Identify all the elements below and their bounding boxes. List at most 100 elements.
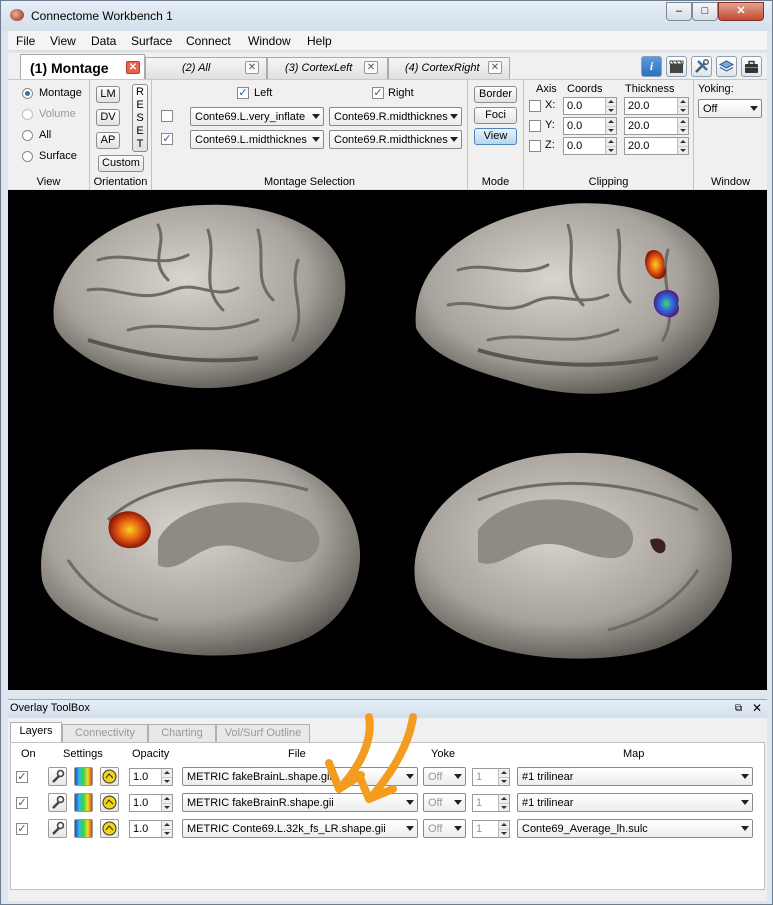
palette-icon[interactable]	[74, 819, 93, 838]
tools-icon[interactable]	[691, 56, 712, 77]
tab-close-icon[interactable]: ✕	[364, 61, 378, 74]
custom-button[interactable]: Custom	[98, 155, 144, 172]
reset-letter: E	[136, 125, 144, 137]
palette-icon[interactable]	[74, 767, 93, 786]
montage-row-2-right-select[interactable]: Conte69.R.midthicknes	[329, 130, 462, 149]
radio-all[interactable]	[22, 130, 33, 141]
layer-opacity-spinbox[interactable]: 1.0	[129, 768, 173, 786]
clip-y-thickness-spinbox[interactable]: 20.0	[624, 117, 689, 135]
menu-view[interactable]: View	[50, 34, 76, 48]
close-icon[interactable]: ✕	[752, 701, 762, 715]
montage-row-1-checkbox[interactable]	[161, 110, 173, 122]
clip-z-coord-spinbox[interactable]: 0.0	[563, 137, 617, 155]
tab-montage[interactable]: (1) Montage ✕	[20, 54, 145, 80]
clip-z-thickness-spinbox[interactable]: 20.0	[624, 137, 689, 155]
dv-button[interactable]: DV	[96, 109, 120, 126]
clip-y-checkbox[interactable]	[529, 120, 541, 132]
brain-right-medial	[414, 452, 732, 659]
layer-on-checkbox[interactable]: ✓	[16, 771, 28, 783]
clip-y-coord-spinbox[interactable]: 0.0	[563, 117, 617, 135]
clip-z-label: Z:	[545, 139, 555, 151]
montage-row-2-checkbox[interactable]: ✓	[161, 133, 173, 145]
layer-map-index-spinbox[interactable]: 1	[472, 768, 510, 786]
close-window-button[interactable]: ✕	[718, 2, 764, 21]
tab-close-icon[interactable]: ✕	[126, 61, 140, 74]
menu-surface[interactable]: Surface	[131, 34, 172, 48]
float-icon[interactable]: ⧉	[735, 703, 742, 714]
radio-volume	[22, 109, 33, 120]
layer-opacity-spinbox[interactable]: 1.0	[129, 820, 173, 838]
color-bar-icon[interactable]	[100, 767, 119, 786]
foci-mode-button[interactable]: Foci	[474, 107, 517, 124]
col-header-opacity: Opacity	[132, 748, 170, 760]
menu-data[interactable]: Data	[91, 34, 116, 48]
wrench-icon[interactable]	[48, 767, 67, 786]
maximize-button[interactable]: □	[692, 2, 718, 21]
movie-icon[interactable]	[666, 56, 687, 77]
layer-map-index-spinbox[interactable]: 1	[472, 820, 510, 838]
tab-connectivity[interactable]: Connectivity	[62, 724, 148, 742]
spin-value: 1	[476, 771, 483, 783]
window-title: Connectome Workbench 1	[31, 9, 173, 23]
tab-vol-surf-outline[interactable]: Vol/Surf Outline	[216, 724, 310, 742]
layer-file-select[interactable]: METRIC Conte69.L.32k_fs_LR.shape.gii	[182, 819, 418, 838]
tab-all[interactable]: (2) All ✕	[145, 57, 267, 79]
layer-map-select[interactable]: Conte69_Average_lh.sulc	[517, 819, 753, 838]
clip-z-checkbox[interactable]	[529, 140, 541, 152]
lm-button[interactable]: LM	[96, 86, 120, 103]
clipping-coords-header: Coords	[567, 83, 603, 95]
montage-row-1-right-select[interactable]: Conte69.R.midthicknes	[329, 107, 462, 126]
color-bar-icon[interactable]	[100, 819, 119, 838]
tab-cortexright[interactable]: (4) CortexRight ✕	[388, 57, 510, 79]
info-icon[interactable]: i	[641, 56, 662, 77]
tab-label: (4) CortexRight	[405, 62, 480, 74]
tab-layers[interactable]: Layers	[10, 722, 62, 742]
layer-map-select[interactable]: #1 trilinear	[517, 767, 753, 786]
color-bar-icon[interactable]	[100, 793, 119, 812]
wrench-icon[interactable]	[48, 793, 67, 812]
select-value: METRIC fakeBrainR.shape.gii	[187, 797, 334, 809]
briefcase-icon[interactable]	[741, 56, 762, 77]
layer-on-checkbox[interactable]: ✓	[16, 823, 28, 835]
menu-file[interactable]: File	[16, 34, 35, 48]
browser-tab-bar: (1) Montage ✕ (2) All ✕ (3) CortexLeft ✕…	[8, 53, 767, 80]
right-checkbox[interactable]: ✓	[372, 87, 384, 99]
spin-value: 1.0	[133, 823, 149, 835]
layer-yoke-select[interactable]: Off	[423, 819, 466, 838]
layer-map-index-spinbox[interactable]: 1	[472, 794, 510, 812]
select-value: METRIC Conte69.L.32k_fs_LR.shape.gii	[187, 823, 386, 835]
reset-button[interactable]: R E S E T	[132, 84, 148, 152]
surface-viewport[interactable]	[8, 190, 767, 690]
tab-close-icon[interactable]: ✕	[245, 61, 259, 74]
left-checkbox[interactable]: ✓	[237, 87, 249, 99]
wrench-icon[interactable]	[48, 819, 67, 838]
tab-close-icon[interactable]: ✕	[488, 61, 502, 74]
montage-row-1-left-select[interactable]: Conte69.L.very_inflate	[190, 107, 324, 126]
view-mode-button[interactable]: View	[474, 128, 517, 145]
border-mode-button[interactable]: Border	[474, 86, 517, 103]
title-bar[interactable]: Connectome Workbench 1 – □ ✕	[1, 1, 772, 31]
minimize-button[interactable]: –	[666, 2, 692, 21]
clip-x-thickness-spinbox[interactable]: 20.0	[624, 97, 689, 115]
clipping-thickness-header: Thickness	[625, 83, 675, 95]
menu-window[interactable]: Window	[248, 34, 291, 48]
tab-cortexleft[interactable]: (3) CortexLeft ✕	[267, 57, 388, 79]
clip-x-checkbox[interactable]	[529, 100, 541, 112]
tab-label: (3) CortexLeft	[285, 62, 353, 74]
montage-row-2-left-select[interactable]: Conte69.L.midthicknes	[190, 130, 324, 149]
ap-button[interactable]: AP	[96, 132, 120, 149]
layer-map-select[interactable]: #1 trilinear	[517, 793, 753, 812]
layers-icon[interactable]	[716, 56, 737, 77]
col-header-settings: Settings	[63, 748, 103, 760]
radio-surface[interactable]	[22, 151, 33, 162]
palette-icon[interactable]	[74, 793, 93, 812]
yoking-select[interactable]: Off	[698, 99, 762, 118]
menu-help[interactable]: Help	[307, 34, 332, 48]
tab-charting[interactable]: Charting	[148, 724, 216, 742]
menu-connect[interactable]: Connect	[186, 34, 231, 48]
layer-on-checkbox[interactable]: ✓	[16, 797, 28, 809]
clip-x-coord-spinbox[interactable]: 0.0	[563, 97, 617, 115]
radio-montage[interactable]	[22, 88, 33, 99]
tab-label: (1) Montage	[30, 60, 109, 76]
layer-opacity-spinbox[interactable]: 1.0	[129, 794, 173, 812]
